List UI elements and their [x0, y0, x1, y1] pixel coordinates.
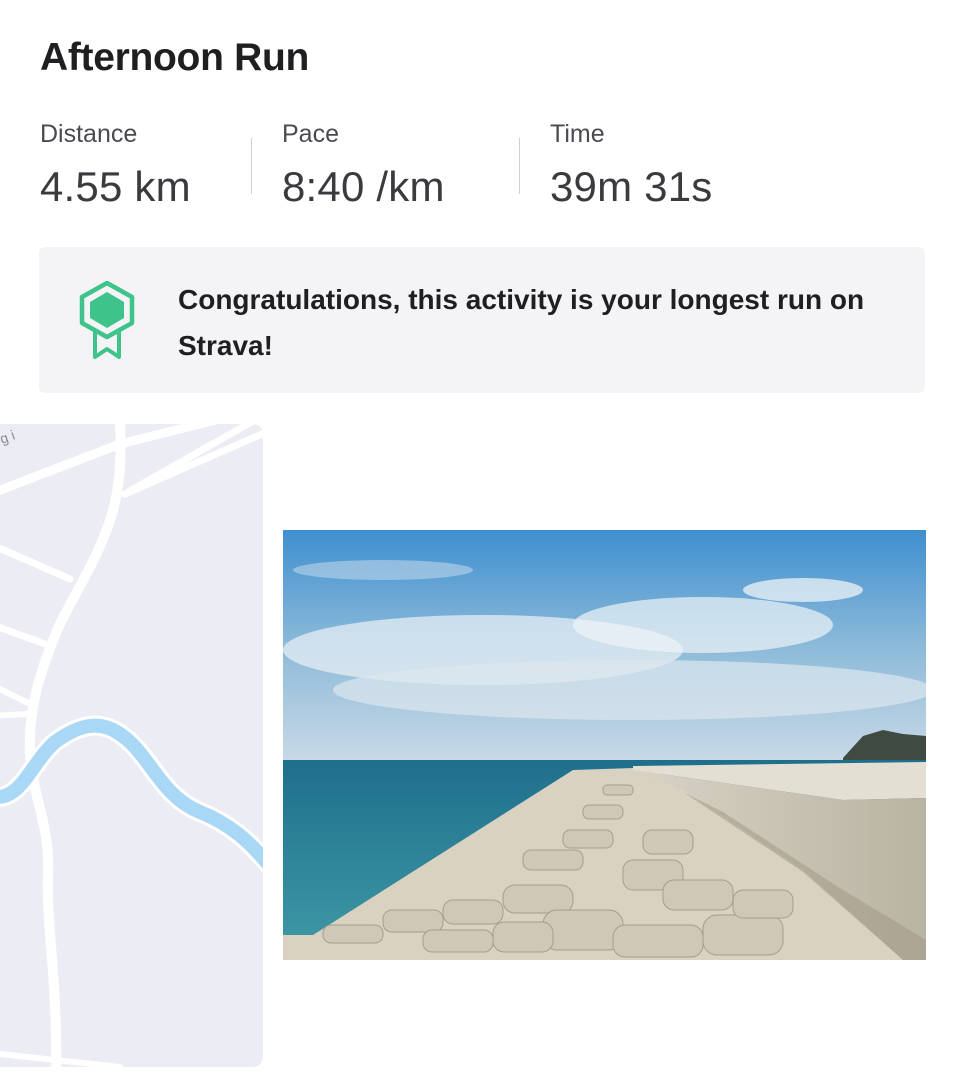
stat-pace-value: 8:40 /km	[282, 163, 445, 210]
stat-pace: Pace 8:40 /km	[282, 120, 445, 211]
stat-divider	[251, 138, 252, 194]
stat-divider	[519, 138, 520, 194]
activity-photo[interactable]	[283, 530, 926, 960]
achievement-message: Congratulations, this activity is your l…	[178, 284, 865, 361]
stat-time-label: Time	[550, 120, 605, 148]
stat-time-value: 39m 31s	[550, 163, 713, 210]
stat-pace-label: Pace	[282, 120, 339, 148]
activity-title: Afternoon Run	[40, 36, 310, 79]
achievement-banner[interactable]: Congratulations, this activity is your l…	[39, 247, 925, 393]
route-map[interactable]: g i	[0, 424, 263, 1067]
map-road-label: g i	[0, 427, 17, 447]
stat-time: Time 39m 31s	[550, 120, 713, 211]
medal-badge-icon	[77, 280, 137, 361]
stat-distance-label: Distance	[40, 120, 138, 148]
stats-row: Distance 4.55 km Pace 8:40 /km Time 39m …	[40, 120, 930, 220]
stat-distance: Distance 4.55 km	[40, 120, 191, 211]
stat-distance-value: 4.55 km	[40, 163, 191, 210]
